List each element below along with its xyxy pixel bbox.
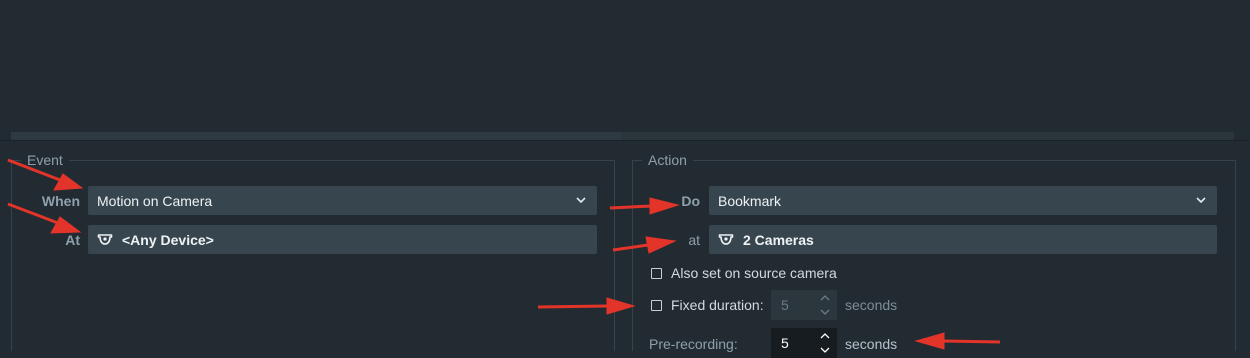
action-group-title: Action [642, 152, 693, 168]
event-device-selector[interactable]: <Any Device> [88, 225, 597, 254]
when-label: When [41, 193, 80, 209]
do-label: Do [681, 193, 700, 209]
event-type-dropdown[interactable]: Motion on Camera [88, 186, 597, 215]
panel-splitter[interactable] [11, 132, 1234, 140]
fixed-duration-checkbox[interactable]: Fixed duration: [651, 296, 764, 314]
action-type-dropdown[interactable]: Bookmark [709, 186, 1217, 215]
spin-arrows-icon[interactable] [820, 331, 830, 355]
action-at-label: at [688, 232, 700, 248]
chevron-down-icon [576, 197, 586, 204]
action-type-value: Bookmark [718, 192, 782, 209]
chevron-down-icon [1196, 197, 1206, 204]
fixed-duration-unit: seconds [845, 297, 898, 313]
action-device-value: 2 Cameras [743, 231, 814, 248]
also-set-source-camera-checkbox[interactable]: Also set on source camera [651, 264, 837, 282]
event-device-value: <Any Device> [122, 231, 214, 248]
pre-recording-value: 5 [781, 335, 789, 351]
pre-recording-spinbox[interactable]: 5 [771, 328, 837, 358]
fixed-duration-label: Fixed duration: [671, 297, 764, 313]
splitter-segment [621, 132, 1234, 140]
fixed-duration-value: 5 [781, 297, 789, 313]
also-set-source-camera-label: Also set on source camera [671, 265, 837, 281]
spin-arrows-icon[interactable] [820, 293, 830, 317]
event-type-value: Motion on Camera [97, 192, 213, 209]
checkbox-box[interactable] [651, 267, 662, 279]
separator-line [0, 140, 1250, 141]
action-device-selector[interactable]: 2 Cameras [709, 225, 1217, 254]
fixed-duration-spinbox[interactable]: 5 [771, 290, 837, 320]
event-at-label: At [65, 232, 80, 248]
checkbox-box[interactable] [651, 299, 662, 311]
camera-icon [718, 233, 734, 245]
event-group-title: Event [21, 152, 69, 168]
camera-icon [97, 233, 113, 245]
